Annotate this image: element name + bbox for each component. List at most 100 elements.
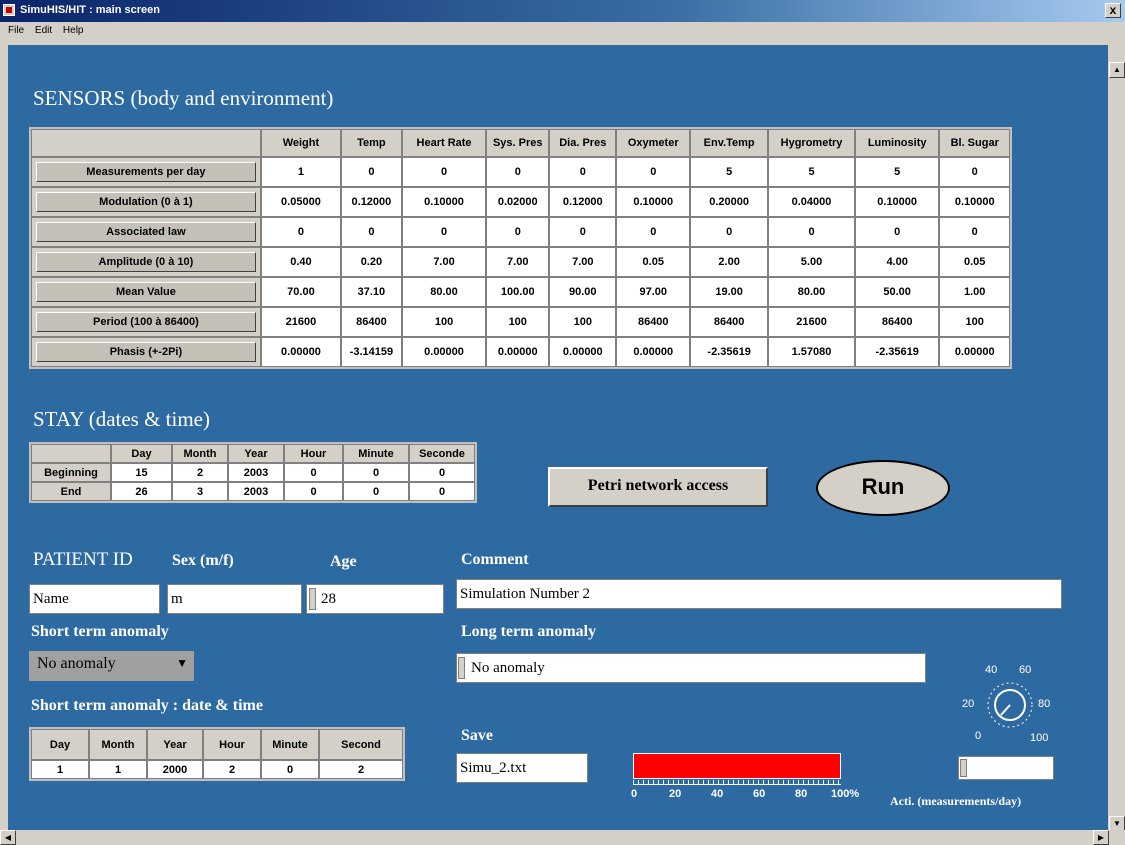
age-input[interactable]: 28 bbox=[306, 584, 444, 614]
age-spinner[interactable] bbox=[309, 588, 316, 610]
sensor-value-cell[interactable]: 21600 bbox=[260, 307, 342, 337]
sensor-value-cell[interactable]: 0.40 bbox=[260, 247, 342, 277]
long-term-anomaly-input[interactable]: No anomaly bbox=[456, 653, 926, 683]
sensor-value-cell[interactable]: 0 bbox=[401, 157, 487, 187]
menu-edit[interactable]: Edit bbox=[35, 25, 52, 36]
sex-input[interactable]: m bbox=[167, 584, 302, 614]
sensor-value-cell[interactable]: 100 bbox=[486, 307, 550, 337]
scroll-left-button[interactable]: ◀ bbox=[0, 830, 16, 845]
sensor-value-cell[interactable]: 86400 bbox=[690, 307, 769, 337]
petri-network-button[interactable]: Petri network access bbox=[548, 467, 768, 507]
stay-cell[interactable]: 0 bbox=[284, 482, 343, 501]
sensor-value-cell[interactable]: 7.00 bbox=[401, 247, 487, 277]
row-label-button[interactable]: Mean Value bbox=[36, 282, 256, 302]
sensor-value-cell[interactable]: 70.00 bbox=[260, 277, 342, 307]
comment-input[interactable]: Simulation Number 2 bbox=[456, 579, 1062, 609]
sensor-value-cell[interactable]: 0 bbox=[341, 157, 402, 187]
sensor-value-cell[interactable]: 0.10000 bbox=[939, 187, 1010, 217]
anomaly-date-cell[interactable]: 2 bbox=[203, 760, 261, 779]
sensor-value-cell[interactable]: -3.14159 bbox=[341, 337, 402, 367]
sensor-value-cell[interactable]: 0 bbox=[768, 217, 855, 247]
patient-name-input[interactable]: Name bbox=[29, 584, 160, 614]
stay-cell[interactable]: 15 bbox=[111, 463, 172, 482]
sensor-value-cell[interactable]: 0.05 bbox=[616, 247, 691, 277]
anomaly-date-cell[interactable]: 1 bbox=[89, 760, 147, 779]
sensor-value-cell[interactable]: 0.00000 bbox=[616, 337, 691, 367]
stay-cell[interactable]: 0 bbox=[409, 482, 475, 501]
stay-cell[interactable]: 2 bbox=[172, 463, 228, 482]
sensor-value-cell[interactable]: 50.00 bbox=[854, 277, 940, 307]
sensor-value-cell[interactable]: 100 bbox=[401, 307, 487, 337]
sensor-value-cell[interactable]: 0 bbox=[341, 217, 402, 247]
menu-help[interactable]: Help bbox=[63, 25, 84, 36]
short-term-anomaly-select[interactable]: No anomaly ▼ bbox=[29, 651, 194, 681]
sensor-value-cell[interactable]: 90.00 bbox=[549, 277, 617, 307]
activity-spinner[interactable] bbox=[960, 759, 967, 777]
sensor-value-cell[interactable]: 0.10000 bbox=[854, 187, 940, 217]
sensor-value-cell[interactable]: 0.10000 bbox=[401, 187, 487, 217]
stay-cell[interactable]: 0 bbox=[343, 482, 409, 501]
sensor-value-cell[interactable]: 0 bbox=[616, 217, 691, 247]
sensor-value-cell[interactable]: 86400 bbox=[616, 307, 691, 337]
sensor-value-cell[interactable]: 5 bbox=[690, 157, 769, 187]
sensor-value-cell[interactable]: 0.00000 bbox=[549, 337, 617, 367]
scroll-up-button[interactable]: ▲ bbox=[1109, 62, 1125, 78]
sensor-value-cell[interactable]: 0.02000 bbox=[486, 187, 550, 217]
sensor-value-cell[interactable]: 0 bbox=[260, 217, 342, 247]
sensor-value-cell[interactable]: 0 bbox=[549, 217, 617, 247]
anomaly-date-cell[interactable]: 1 bbox=[31, 760, 89, 779]
sensor-value-cell[interactable]: 100 bbox=[549, 307, 617, 337]
anomaly-date-cell[interactable]: 2 bbox=[319, 760, 403, 779]
sensor-value-cell[interactable]: 0 bbox=[616, 157, 691, 187]
run-button[interactable]: Run bbox=[816, 460, 950, 516]
sensor-value-cell[interactable]: 0.00000 bbox=[486, 337, 550, 367]
sensor-value-cell[interactable]: 86400 bbox=[341, 307, 402, 337]
long-term-spinner[interactable] bbox=[458, 657, 465, 679]
sensor-value-cell[interactable]: 100 bbox=[939, 307, 1010, 337]
sensor-value-cell[interactable]: 0.00000 bbox=[939, 337, 1010, 367]
sensor-value-cell[interactable]: 0 bbox=[549, 157, 617, 187]
sensor-value-cell[interactable]: 0 bbox=[486, 157, 550, 187]
sensor-value-cell[interactable]: 0.10000 bbox=[616, 187, 691, 217]
horizontal-scrollbar[interactable]: ◀ ▶ bbox=[0, 830, 1125, 845]
sensor-value-cell[interactable]: 0 bbox=[939, 217, 1010, 247]
sensor-value-cell[interactable]: 0 bbox=[486, 217, 550, 247]
sensor-value-cell[interactable]: 2.00 bbox=[690, 247, 769, 277]
sensor-value-cell[interactable]: 1 bbox=[260, 157, 342, 187]
anomaly-date-cell[interactable]: 0 bbox=[261, 760, 319, 779]
sensor-value-cell[interactable]: 0.05 bbox=[939, 247, 1010, 277]
sensor-value-cell[interactable]: 0.20000 bbox=[690, 187, 769, 217]
sensor-value-cell[interactable]: 4.00 bbox=[854, 247, 940, 277]
sensor-value-cell[interactable]: 100.00 bbox=[486, 277, 550, 307]
sensor-value-cell[interactable]: 0 bbox=[401, 217, 487, 247]
sensor-value-cell[interactable]: 97.00 bbox=[616, 277, 691, 307]
row-label-button[interactable]: Phasis (+-2Pi) bbox=[36, 342, 256, 362]
sensor-value-cell[interactable]: 1.57080 bbox=[768, 337, 855, 367]
sensor-value-cell[interactable]: 5 bbox=[854, 157, 940, 187]
menu-file[interactable]: File bbox=[8, 25, 24, 36]
sensor-value-cell[interactable]: 5 bbox=[768, 157, 855, 187]
save-filename-input[interactable]: Simu_2.txt bbox=[456, 753, 588, 783]
sensor-value-cell[interactable]: 37.10 bbox=[341, 277, 402, 307]
vertical-scrollbar[interactable]: ▲ ▼ bbox=[1109, 62, 1125, 832]
row-label-button[interactable]: Amplitude (0 à 10) bbox=[36, 252, 256, 272]
stay-cell[interactable]: 3 bbox=[172, 482, 228, 501]
sensor-value-cell[interactable]: -2.35619 bbox=[690, 337, 769, 367]
stay-cell[interactable]: 0 bbox=[343, 463, 409, 482]
sensor-value-cell[interactable]: 0.00000 bbox=[260, 337, 342, 367]
sensor-value-cell[interactable]: 1.00 bbox=[939, 277, 1010, 307]
sensor-value-cell[interactable]: 0.00000 bbox=[401, 337, 487, 367]
row-label-button[interactable]: Associated law bbox=[36, 222, 256, 242]
activity-input[interactable] bbox=[958, 756, 1054, 780]
sensor-value-cell[interactable]: 0.05000 bbox=[260, 187, 342, 217]
close-button[interactable]: x bbox=[1105, 3, 1121, 18]
stay-cell[interactable]: 0 bbox=[284, 463, 343, 482]
activity-knob[interactable] bbox=[985, 680, 1035, 730]
row-label-button[interactable]: Period (100 à 86400) bbox=[36, 312, 256, 332]
sensor-value-cell[interactable]: 7.00 bbox=[486, 247, 550, 277]
row-label-button[interactable]: Modulation (0 à 1) bbox=[36, 192, 256, 212]
stay-cell[interactable]: 0 bbox=[409, 463, 475, 482]
anomaly-date-cell[interactable]: 2000 bbox=[147, 760, 203, 779]
scroll-right-button[interactable]: ▶ bbox=[1093, 830, 1109, 845]
sensor-value-cell[interactable]: -2.35619 bbox=[854, 337, 940, 367]
